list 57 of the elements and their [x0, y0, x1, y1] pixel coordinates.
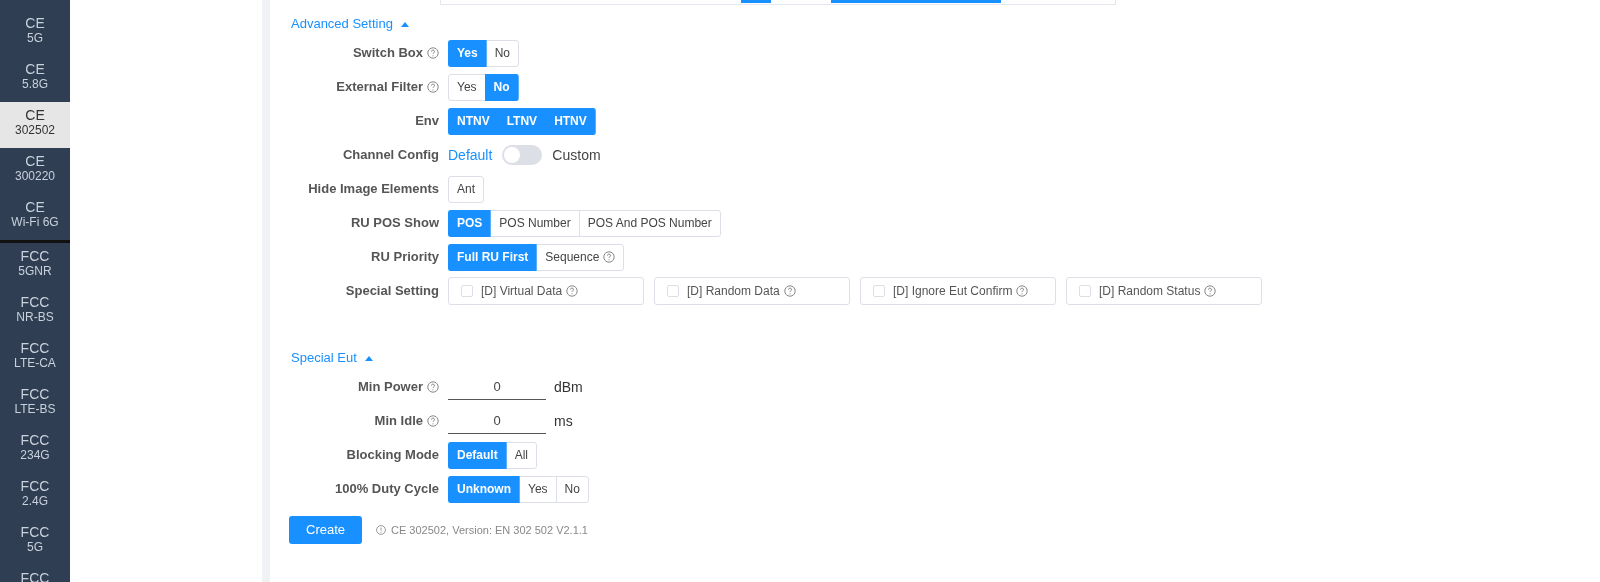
- toggle-switch[interactable]: [502, 145, 543, 165]
- field-label: RU Priority: [371, 248, 439, 267]
- table-edge: [741, 0, 771, 3]
- checkbox-option[interactable]: [D] Ignore Eut Confirm: [860, 277, 1056, 305]
- sidebar-item[interactable]: CE 5.8G: [0, 56, 70, 102]
- field-label: Min Power: [358, 378, 423, 397]
- sidebar-item[interactable]: FCC 234G: [0, 427, 70, 473]
- field-label: RU POS Show: [350, 214, 439, 233]
- checkbox-label: [D] Random Data: [687, 283, 780, 300]
- sidebar-item[interactable]: FCC NR-BS: [0, 289, 70, 335]
- checkbox[interactable]: [667, 285, 679, 297]
- field-label: Env: [415, 112, 439, 131]
- input-field[interactable]: 0: [448, 408, 546, 434]
- caret-icon[interactable]: [364, 355, 373, 361]
- unit-label: dBm: [554, 377, 583, 397]
- sidebar-item[interactable]: FCC 2.4G: [0, 473, 70, 519]
- sidebar-item[interactable]: CE Wi-Fi 6G: [0, 194, 70, 240]
- checkbox-option[interactable]: [D] Virtual Data: [448, 277, 644, 305]
- option-button[interactable]: Sequence: [536, 243, 625, 271]
- switch-label: Custom: [552, 145, 601, 165]
- field-label: Switch Box: [352, 44, 423, 63]
- sidebar-item[interactable]: FCC 5G: [0, 519, 70, 565]
- option-button[interactable]: Yes: [519, 475, 557, 503]
- sidebar-item[interactable]: CE 300220: [0, 148, 70, 194]
- option-button[interactable]: Ant: [448, 175, 484, 203]
- switch-label: Default: [448, 145, 493, 165]
- field-label: 100% Duty Cycle: [334, 480, 439, 499]
- version-note: CE 302502, Version: EN 302 502 V2.1.1: [391, 522, 588, 538]
- checkbox-option[interactable]: [D] Random Data: [654, 277, 850, 305]
- sidebar-item[interactable]: FCC LTE-BS: [0, 381, 70, 427]
- option-button[interactable]: No: [485, 39, 520, 67]
- sidebar-item[interactable]: CE 5G: [0, 10, 70, 56]
- field-label: Channel Config: [342, 146, 439, 165]
- option-button[interactable]: POS Number: [490, 209, 580, 237]
- field-label: Min Idle: [374, 412, 423, 431]
- checkbox[interactable]: [1079, 285, 1091, 297]
- info-icon: [376, 525, 387, 535]
- option-button[interactable]: No: [555, 475, 589, 503]
- field-label: Special Setting: [345, 282, 439, 301]
- option-button[interactable]: Yes: [448, 73, 486, 101]
- field-label: Blocking Mode: [346, 446, 439, 465]
- checkbox-label: [D] Random Status: [1099, 283, 1201, 300]
- caret-icon[interactable]: [400, 21, 409, 27]
- checkbox[interactable]: [461, 285, 473, 297]
- checkbox[interactable]: [873, 285, 885, 297]
- unit-label: ms: [554, 411, 573, 431]
- option-button[interactable]: POS And POS Number: [578, 209, 721, 237]
- option-button[interactable]: All: [505, 441, 537, 469]
- sidebar-item[interactable]: CE 302502: [0, 102, 70, 148]
- sidebar-item[interactable]: FCC LTE-CA: [0, 335, 70, 381]
- input-field[interactable]: 0: [448, 374, 546, 400]
- checkbox-label: [D] Virtual Data: [481, 283, 563, 300]
- checkbox-option[interactable]: [D] Random Status: [1066, 277, 1262, 305]
- sidebar-item[interactable]: FCC 5GNR: [0, 243, 70, 289]
- field-label: Hide Image Elements: [308, 180, 439, 199]
- field-label: External Filter: [336, 78, 423, 97]
- checkbox-label: [D] Ignore Eut Confirm: [893, 283, 1013, 300]
